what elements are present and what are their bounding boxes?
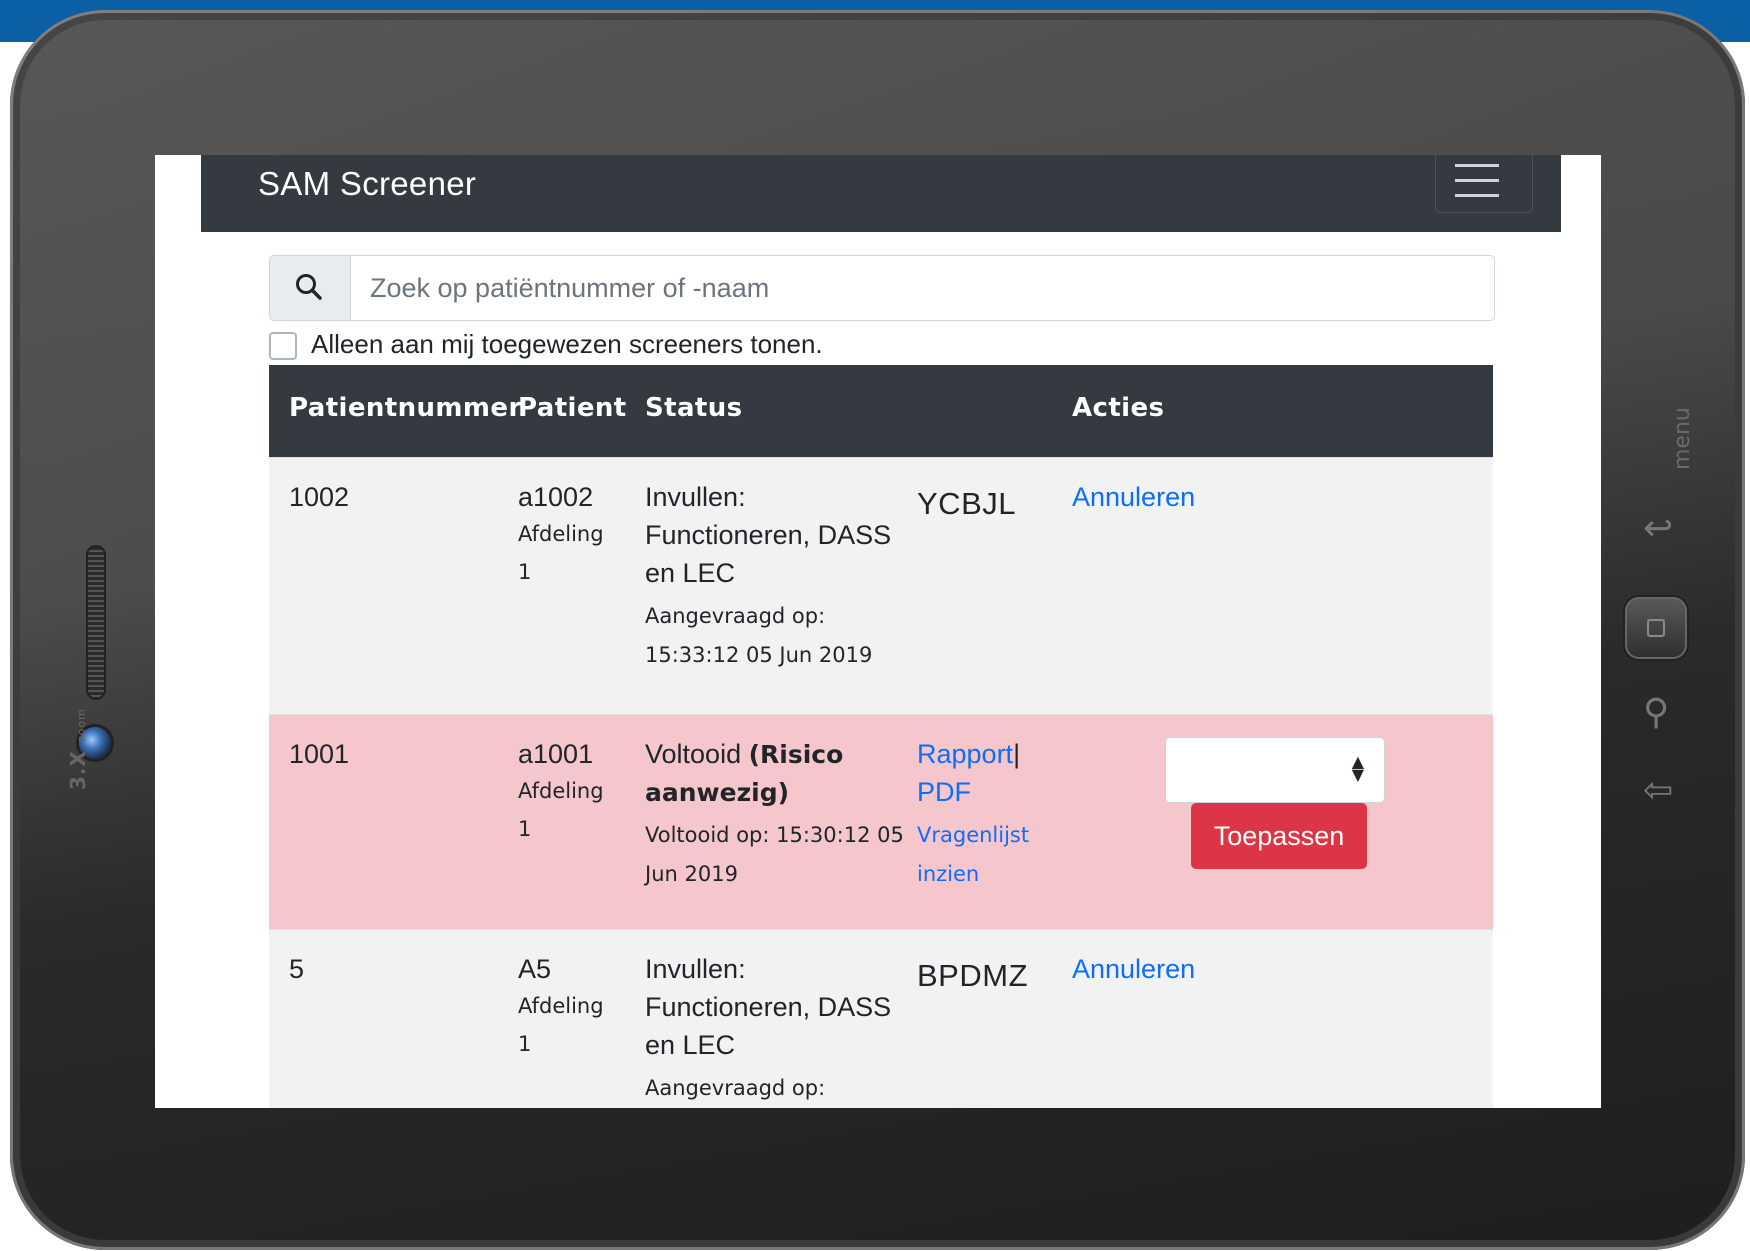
home-button[interactable]: [1625, 597, 1687, 659]
cancel-link[interactable]: Annuleren: [1072, 476, 1195, 519]
status-line: en LEC: [645, 558, 736, 588]
department-label: Afdeling: [518, 522, 604, 546]
patient-cell: a1001 Afdeling 1: [518, 733, 604, 850]
hamburger-icon-line: [1455, 194, 1499, 197]
completed-date-cont: Jun 2019: [645, 862, 738, 886]
search-group: [269, 255, 1495, 321]
apply-button[interactable]: Toepassen: [1191, 803, 1367, 869]
status-line: Invullen:: [645, 954, 746, 984]
access-code: BPDMZ: [917, 958, 1028, 993]
search-hardware-icon[interactable]: ⚲: [1643, 692, 1669, 733]
action-select[interactable]: ▲ ▼: [1165, 737, 1385, 803]
department-number: 1: [518, 560, 532, 584]
search-input[interactable]: [352, 258, 1492, 318]
pdf-line: PDF: [917, 771, 1029, 814]
patient-number: 1002: [289, 482, 350, 512]
header-patientnummer: Patientnummer: [289, 393, 522, 423]
search-addon[interactable]: [270, 256, 351, 320]
questionnaire-line: inzien: [917, 853, 1029, 895]
header-status: Status: [645, 393, 743, 423]
assigned-only-label[interactable]: Alleen aan mij toegewezen screeners tone…: [311, 329, 823, 360]
patient-number: 5: [289, 954, 305, 984]
table-row: 1002 a1002 Afdeling 1 Invullen: Function…: [269, 457, 1493, 714]
department-label: Afdeling: [518, 994, 604, 1018]
home-icon: [1647, 619, 1665, 637]
pdf-link[interactable]: PDF: [917, 777, 971, 807]
hamburger-icon: [1455, 164, 1499, 167]
zoom-label: 3.X zoom: [66, 708, 90, 790]
status-cell: Voltooid (Risico aanwezig) Voltooid op: …: [645, 733, 904, 895]
requested-label: Aangevraagd op:: [645, 604, 826, 628]
table-row: 5 A5 Afdeling 1 Invullen: Functioneren, …: [269, 929, 1493, 1108]
status-line: Voltooid (Risico: [645, 739, 844, 769]
app-screen: SAM Screener Alleen aan mij toegewezen s…: [155, 155, 1601, 1108]
department-number: 1: [518, 1032, 532, 1056]
status-cell: Invullen: Functioneren, DASS en LEC Aang…: [645, 476, 891, 676]
access-code: YCBJL: [917, 486, 1016, 521]
screeners-table: Patientnummer Patient Status Acties 1002…: [269, 365, 1493, 1108]
patient-cell: A5 Afdeling 1: [518, 948, 604, 1065]
hamburger-icon-line: [1455, 179, 1499, 182]
header-acties: Acties: [1072, 393, 1165, 423]
navbar: SAM Screener: [201, 155, 1561, 232]
menu-label: menu: [1670, 407, 1695, 470]
report-link[interactable]: Rapport: [917, 739, 1013, 769]
questionnaire-link-cont[interactable]: inzien: [917, 862, 979, 886]
questionnaire-link[interactable]: Vragenlijst: [917, 823, 1029, 847]
department-number: 1: [518, 817, 532, 841]
menu-toggle-button[interactable]: [1435, 155, 1533, 213]
status-line: Functioneren, DASS: [645, 520, 892, 550]
requested-date: 15:33:12 05 Jun 2019: [645, 643, 873, 667]
patient-number: 1001: [289, 739, 350, 769]
assigned-only-checkbox[interactable]: [269, 332, 297, 360]
completed-date: Voltooid op: 15:30:12 05: [645, 823, 904, 847]
report-line: Rapport|: [917, 733, 1029, 776]
patient-cell: a1002 Afdeling 1: [518, 476, 604, 593]
header-patient: Patient: [518, 393, 627, 423]
link-separator: |: [1013, 739, 1021, 769]
return-icon[interactable]: ⇦: [1643, 770, 1673, 811]
table-row: 1001 a1001 Afdeling 1 Voltooid (Risico a…: [269, 714, 1493, 929]
status-line: Invullen:: [645, 482, 746, 512]
report-cell: Rapport| PDF Vragenlijst inzien: [917, 733, 1029, 895]
brand-title[interactable]: SAM Screener: [258, 165, 476, 203]
status-line: Functioneren, DASS: [645, 992, 892, 1022]
select-arrows-icon: ▲ ▼: [1351, 752, 1364, 784]
table-header: Patientnummer Patient Status Acties: [269, 365, 1493, 457]
status-line: aanwezig): [645, 778, 790, 807]
department-label: Afdeling: [518, 779, 604, 803]
search-icon: [296, 274, 322, 300]
speaker-grille: [86, 545, 106, 700]
back-icon[interactable]: ↩: [1643, 508, 1673, 549]
questionnaire-line: Vragenlijst: [917, 814, 1029, 856]
requested-label: Aangevraagd op:: [645, 1076, 826, 1100]
status-line: en LEC: [645, 1030, 736, 1060]
cancel-link[interactable]: Annuleren: [1072, 948, 1195, 991]
status-cell: Invullen: Functioneren, DASS en LEC Aang…: [645, 948, 891, 1108]
